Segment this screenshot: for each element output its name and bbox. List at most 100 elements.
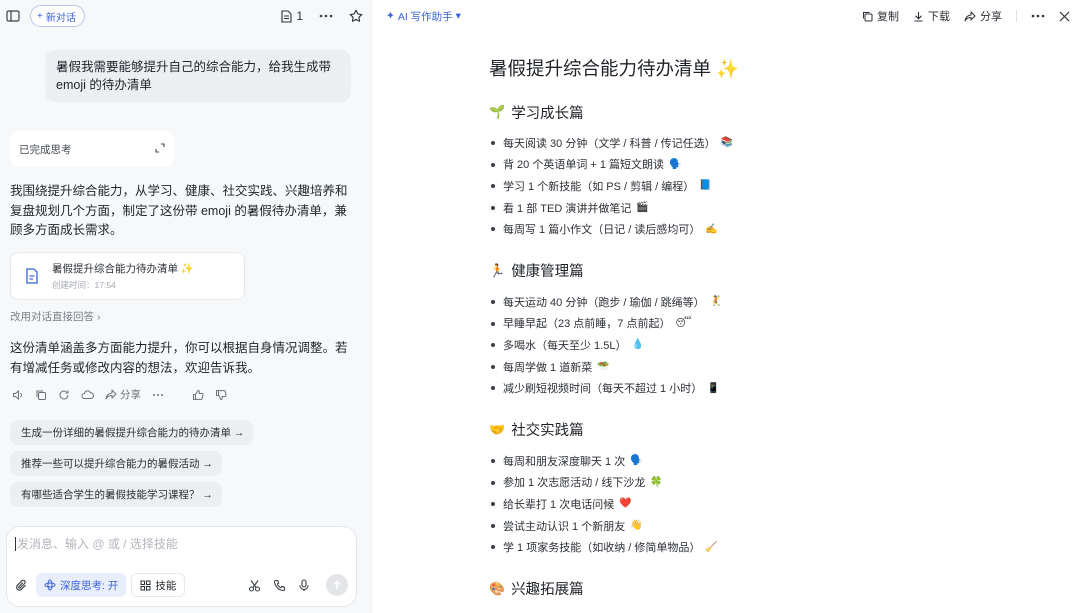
share-label: 分享 xyxy=(120,389,141,401)
document-card-title: 暑假提升综合能力待办清单 ✨ xyxy=(52,263,194,275)
section-title: 兴趣拓展篇 xyxy=(511,582,584,599)
suggestion-chip[interactable]: 有哪些适合学生的暑假技能学习课程？ → xyxy=(10,482,222,507)
thumbs-up-icon[interactable] xyxy=(192,389,204,401)
list-item: 看 1 部 TED 演讲并做笔记 🎬 xyxy=(489,197,1049,219)
list-item: 多喝水（每天至少 1.5L） 💧 xyxy=(489,334,1049,356)
share-icon xyxy=(964,11,976,21)
document-pane: ✦ AI 写作助手 ▾ 复制 下载 分享 暑假提升综合能力待办清单 ✨ 🌱 学习… xyxy=(372,0,1080,613)
speaker-icon[interactable] xyxy=(12,389,24,401)
more-options-icon[interactable] xyxy=(1031,14,1045,18)
document-toolbar: ✦ AI 写作助手 ▾ 复制 下载 分享 xyxy=(372,0,1080,32)
microphone-icon[interactable] xyxy=(298,578,310,592)
new-chat-label: 新对话 xyxy=(45,12,76,24)
cloud-icon[interactable] xyxy=(81,389,94,401)
download-button[interactable]: 下载 xyxy=(913,8,950,24)
attach-icon[interactable] xyxy=(15,579,28,592)
atom-icon xyxy=(44,579,56,591)
document-card-subtitle: 创建时间：17:54 xyxy=(52,280,116,290)
todo-list: 每周和朋友深度聊天 1 次 🗣️ 参加 1 次志愿活动 / 线下沙龙 🍀 给长辈打 … xyxy=(489,450,1049,558)
thinking-summary[interactable]: 已完成思考 xyxy=(10,131,174,167)
sparkle-icon: ✦ xyxy=(386,10,395,22)
assistant-reply-intro: 我围绕提升综合能力，从学习、健康、社交实践、兴趣培养和复盘规划几个方面，制定了这… xyxy=(10,184,348,237)
plus-icon: + xyxy=(37,10,43,22)
grid-icon xyxy=(140,580,151,590)
list-item: 学 1 项家务技能（如收纳 / 修简单物品） 🧹 xyxy=(489,536,1049,558)
section-social: 🤝 社交实践篇 每周和朋友深度聊天 1 次 🗣️ 参加 1 次志愿活动 / 线下沙… xyxy=(489,420,1049,558)
phone-icon[interactable] xyxy=(273,579,286,592)
list-item: 减少刷短视频时间（每天不超过 1 小时） 📱 xyxy=(489,377,1049,399)
send-button[interactable] xyxy=(326,574,348,596)
share-label: 分享 xyxy=(980,11,1002,23)
download-label: 下载 xyxy=(928,11,950,23)
list-item: 每周学做 1 道新菜 🥗 xyxy=(489,356,1049,378)
section-interests: 🎨 兴趣拓展篇 xyxy=(489,579,1049,599)
seedling-icon: 🌱 xyxy=(489,104,506,119)
list-item: 每周写 1 篇小作文（日记 / 读后感均可） ✍️ xyxy=(489,218,1049,240)
copy-icon[interactable] xyxy=(35,389,47,401)
answer-in-chat-label: 改用对话直接回答 xyxy=(10,311,94,323)
section-title: 学习成长篇 xyxy=(511,105,584,122)
chat-toolbar: + 新对话 1 xyxy=(0,0,371,32)
scissors-icon[interactable] xyxy=(248,579,261,592)
share-button[interactable]: 分享 xyxy=(964,8,1002,24)
list-item: 尝试主动认识 1 个新朋友 👋 xyxy=(489,515,1049,537)
answer-in-chat-link[interactable]: 改用对话直接回答 › xyxy=(10,309,101,324)
document-title: 暑假提升综合能力待办清单 ✨ xyxy=(489,58,740,79)
more-icon[interactable] xyxy=(152,393,164,397)
ai-writing-assistant-label: AI 写作助手 xyxy=(397,10,453,23)
document-card[interactable]: 暑假提升综合能力待办清单 ✨ 创建时间：17:54 xyxy=(10,252,245,300)
sidebar-toggle-icon[interactable] xyxy=(6,9,20,23)
toolbar-divider xyxy=(1016,10,1017,22)
section-study: 🌱 学习成长篇 每天阅读 30 分钟（文学 / 科普 / 传记任选） 📚 背 20… xyxy=(489,102,1049,240)
star-icon[interactable] xyxy=(349,9,363,23)
list-item: 参加 1 次志愿活动 / 线下沙龙 🍀 xyxy=(489,472,1049,494)
arrow-up-icon xyxy=(333,580,341,589)
assistant-reply-outro: 这份清单涵盖多方面能力提升，你可以根据自身情况调整。若有增减任务或修改内容的想法… xyxy=(10,341,348,375)
document-icon xyxy=(281,9,292,23)
user-message: 暑假我需要能够提升自己的综合能力，给我生成带 emoji 的待办清单 xyxy=(45,50,351,102)
skill-button[interactable]: 技能 xyxy=(131,573,186,597)
share-icon xyxy=(105,389,117,400)
doc-file-icon xyxy=(23,267,41,285)
list-item: 每天阅读 30 分钟（文学 / 科普 / 传记任选） 📚 xyxy=(489,132,1049,154)
list-item: 给长辈打 1 次电话问候 ❤️ xyxy=(489,493,1049,515)
palette-icon: 🎨 xyxy=(489,580,506,596)
suggestion-chip[interactable]: 生成一份详细的暑假提升综合能力的待办清单 → xyxy=(10,420,254,445)
list-item: 每周和朋友深度聊天 1 次 🗣️ xyxy=(489,450,1049,472)
ai-writing-assistant-menu[interactable]: ✦ AI 写作助手 ▾ xyxy=(386,9,461,24)
section-title: 健康管理篇 xyxy=(511,264,584,281)
thumbs-down-icon[interactable] xyxy=(215,389,227,401)
message-input[interactable] xyxy=(15,537,335,551)
expand-icon[interactable] xyxy=(155,142,165,156)
deep-think-label: 深度思考: 开 xyxy=(60,579,119,592)
thinking-label: 已完成思考 xyxy=(19,143,72,156)
copy-icon xyxy=(863,11,873,21)
new-chat-button[interactable]: + 新对话 xyxy=(30,5,85,27)
todo-list: 每天运动 40 分钟（跑步 / 瑜伽 / 跳绳等） 🤾 早睡早起（23 点前睡，7… xyxy=(489,291,1049,399)
document-body: 暑假提升综合能力待办清单 ✨ 🌱 学习成长篇 每天阅读 30 分钟（文学 / 科… xyxy=(489,57,1049,599)
more-options-icon[interactable] xyxy=(319,14,333,18)
message-actions: 分享 xyxy=(12,387,227,402)
documents-button[interactable]: 1 xyxy=(281,9,303,23)
app-window: + 新对话 1 暑假我需要能够提升自己的综合能力，给我生成带 emoji 的待办… xyxy=(0,0,1080,613)
list-item: 学习 1 个新技能（如 PS / 剪辑 / 编程） 📘 xyxy=(489,175,1049,197)
document-count: 1 xyxy=(296,9,303,23)
share-message-button[interactable]: 分享 xyxy=(105,387,141,402)
chevron-down-icon: ▾ xyxy=(455,10,461,22)
chevron-right-icon: › xyxy=(97,310,101,323)
suggestion-chip[interactable]: 推荐一些可以提升综合能力的暑假活动 → xyxy=(10,451,222,476)
deep-think-toggle[interactable]: 深度思考: 开 xyxy=(36,573,127,597)
list-item: 每天运动 40 分钟（跑步 / 瑜伽 / 跳绳等） 🤾 xyxy=(489,291,1049,313)
runner-icon: 🏃 xyxy=(489,262,506,278)
regenerate-icon[interactable] xyxy=(58,389,70,401)
section-health: 🏃 健康管理篇 每天运动 40 分钟（跑步 / 瑜伽 / 跳绳等） 🤾 早睡早起（… xyxy=(489,261,1049,399)
copy-button[interactable]: 复制 xyxy=(862,8,899,24)
close-icon[interactable] xyxy=(1059,11,1070,22)
todo-list: 每天阅读 30 分钟（文学 / 科普 / 传记任选） 📚 背 20 个英语单词 +… xyxy=(489,132,1049,240)
list-item: 背 20 个英语单词 + 1 篇短文朗读 🗣️ xyxy=(489,154,1049,176)
list-item: 早睡早起（23 点前睡，7 点前起） 😴 xyxy=(489,313,1049,335)
handshake-icon: 🤝 xyxy=(489,421,506,437)
copy-label: 复制 xyxy=(877,11,899,23)
message-composer: 深度思考: 开 技能 xyxy=(6,526,357,607)
download-icon xyxy=(914,11,923,22)
